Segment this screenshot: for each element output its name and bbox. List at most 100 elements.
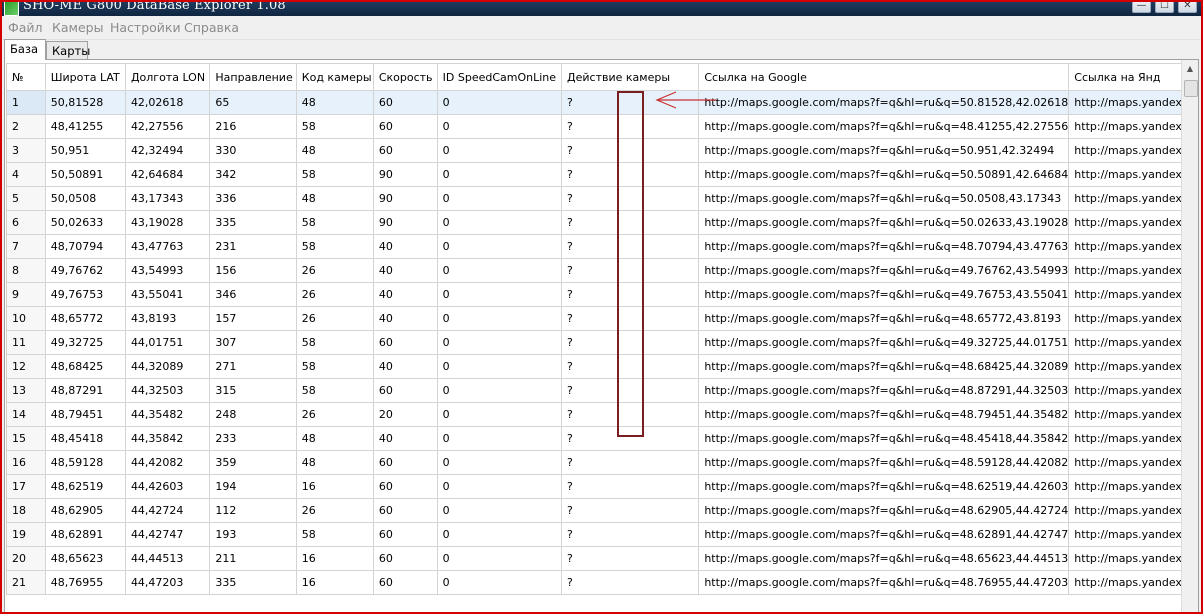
latitude-cell[interactable]: 50,951 — [44, 138, 126, 163]
column-header-latitude[interactable]: Широта LAT — [44, 63, 126, 91]
camera-action-cell[interactable]: ? — [561, 138, 700, 163]
yandex-link-cell[interactable]: http://maps.yandex.ru — [1068, 90, 1198, 115]
maximize-button[interactable]: ☐ — [1155, 2, 1174, 13]
camera-code-cell[interactable]: 16 — [295, 546, 374, 571]
camera-code-cell[interactable]: 26 — [295, 282, 374, 307]
speedcam-id-cell[interactable]: 0 — [436, 306, 563, 331]
longitude-cell[interactable]: 43,54993 — [124, 258, 211, 283]
yandex-link-cell[interactable]: http://maps.yandex.ru — [1068, 186, 1198, 211]
google-link-cell[interactable]: http://maps.google.com/maps?f=q&hl=ru&q=… — [698, 330, 1070, 355]
longitude-cell[interactable]: 44,42747 — [124, 522, 211, 547]
speedcam-id-cell[interactable]: 0 — [436, 474, 563, 499]
yandex-link-cell[interactable]: http://maps.yandex.ru — [1068, 498, 1198, 523]
table-row[interactable]: 9 49,76753 43,55041 346 26 40 0? http://maps.go… — [6, 282, 1198, 307]
yandex-link-cell[interactable]: http://maps.yandex.ru — [1068, 330, 1198, 355]
google-link-cell[interactable]: http://maps.google.com/maps?f=q&hl=ru&q=… — [698, 114, 1070, 139]
longitude-cell[interactable]: 44,42724 — [124, 498, 211, 523]
row-number[interactable]: 16 — [6, 450, 46, 475]
camera-action-cell[interactable]: ? — [561, 570, 700, 595]
camera-action-cell[interactable]: ? — [561, 186, 700, 211]
column-header-google-link[interactable]: Ссылка на Google — [698, 63, 1070, 91]
speed-cell[interactable]: 90 — [372, 186, 438, 211]
longitude-cell[interactable]: 43,8193 — [124, 306, 211, 331]
yandex-link-cell[interactable]: http://maps.yandex.ru — [1068, 522, 1198, 547]
row-number[interactable]: 8 — [6, 258, 46, 283]
latitude-cell[interactable]: 48,76955 — [44, 570, 126, 595]
longitude-cell[interactable]: 44,35482 — [124, 402, 211, 427]
latitude-cell[interactable]: 48,45418 — [44, 426, 126, 451]
latitude-cell[interactable]: 48,70794 — [44, 234, 126, 259]
google-link-cell[interactable]: http://maps.google.com/maps?f=q&hl=ru&q=… — [698, 258, 1070, 283]
camera-code-cell[interactable]: 26 — [295, 498, 374, 523]
speed-cell[interactable]: 60 — [372, 114, 438, 139]
speedcam-id-cell[interactable]: 0 — [436, 546, 563, 571]
longitude-cell[interactable]: 44,42082 — [124, 450, 211, 475]
row-number[interactable]: 13 — [6, 378, 46, 403]
direction-cell[interactable]: 359 — [209, 450, 297, 475]
row-number[interactable]: 11 — [6, 330, 46, 355]
camera-code-cell[interactable]: 48 — [295, 426, 374, 451]
latitude-cell[interactable]: 48,62891 — [44, 522, 126, 547]
speed-cell[interactable]: 40 — [372, 306, 438, 331]
camera-action-cell[interactable]: ? — [561, 162, 700, 187]
camera-code-cell[interactable]: 26 — [295, 258, 374, 283]
row-number[interactable]: 4 — [6, 162, 46, 187]
longitude-cell[interactable]: 42,64684 — [124, 162, 211, 187]
latitude-cell[interactable]: 48,79451 — [44, 402, 126, 427]
direction-cell[interactable]: 157 — [209, 306, 297, 331]
longitude-cell[interactable]: 44,35842 — [124, 426, 211, 451]
google-link-cell[interactable]: http://maps.google.com/maps?f=q&hl=ru&q=… — [698, 522, 1070, 547]
yandex-link-cell[interactable]: http://maps.yandex.ru — [1068, 162, 1198, 187]
menu-file[interactable]: Файл — [8, 20, 43, 35]
direction-cell[interactable]: 342 — [209, 162, 297, 187]
speedcam-id-cell[interactable]: 0 — [436, 90, 563, 115]
latitude-cell[interactable]: 49,76753 — [44, 282, 126, 307]
longitude-cell[interactable]: 42,02618 — [124, 90, 211, 115]
yandex-link-cell[interactable]: http://maps.yandex.ru — [1068, 306, 1198, 331]
camera-action-cell[interactable]: ? — [561, 378, 700, 403]
google-link-cell[interactable]: http://maps.google.com/maps?f=q&hl=ru&q=… — [698, 186, 1070, 211]
speedcam-id-cell[interactable]: 0 — [436, 162, 563, 187]
latitude-cell[interactable]: 50,50891 — [44, 162, 126, 187]
google-link-cell[interactable]: http://maps.google.com/maps?f=q&hl=ru&q=… — [698, 90, 1070, 115]
camera-action-cell[interactable]: ? — [561, 426, 700, 451]
column-header-longitude[interactable]: Долгота LON — [124, 63, 211, 91]
direction-cell[interactable]: 65 — [209, 90, 297, 115]
table-row[interactable]: 7 48,70794 43,47763 231 58 40 0? http://maps.go… — [6, 234, 1198, 259]
table-row[interactable]: 19 48,62891 44,42747 193 58 60 0? http://maps.g… — [6, 522, 1198, 547]
speed-cell[interactable]: 60 — [372, 330, 438, 355]
latitude-cell[interactable]: 50,0508 — [44, 186, 126, 211]
scroll-up-arrow-icon[interactable]: ▲ — [1182, 60, 1198, 77]
google-link-cell[interactable]: http://maps.google.com/maps?f=q&hl=ru&q=… — [698, 210, 1070, 235]
speed-cell[interactable]: 40 — [372, 234, 438, 259]
speedcam-id-cell[interactable]: 0 — [436, 354, 563, 379]
google-link-cell[interactable]: http://maps.google.com/maps?f=q&hl=ru&q=… — [698, 282, 1070, 307]
speed-cell[interactable]: 90 — [372, 210, 438, 235]
direction-cell[interactable]: 156 — [209, 258, 297, 283]
direction-cell[interactable]: 194 — [209, 474, 297, 499]
camera-action-cell[interactable]: ? — [561, 282, 700, 307]
speedcam-id-cell[interactable]: 0 — [436, 450, 563, 475]
table-row[interactable]: 5 50,0508 43,17343 336 48 90 0? http://maps.goo… — [6, 186, 1198, 211]
google-link-cell[interactable]: http://maps.google.com/maps?f=q&hl=ru&q=… — [698, 570, 1070, 595]
row-number[interactable]: 2 — [6, 114, 46, 139]
speedcam-id-cell[interactable]: 0 — [436, 186, 563, 211]
row-number[interactable]: 7 — [6, 234, 46, 259]
table-row[interactable]: 20 48,65623 44,44513 211 16 60 0? http://maps.g… — [6, 546, 1198, 571]
camera-action-cell[interactable]: ? — [561, 210, 700, 235]
speed-cell[interactable]: 40 — [372, 282, 438, 307]
google-link-cell[interactable]: http://maps.google.com/maps?f=q&hl=ru&q=… — [698, 378, 1070, 403]
row-number[interactable]: 15 — [6, 426, 46, 451]
speed-cell[interactable]: 40 — [372, 258, 438, 283]
longitude-cell[interactable]: 43,19028 — [124, 210, 211, 235]
column-header-camera-code[interactable]: Код камеры — [295, 63, 374, 91]
camera-code-cell[interactable]: 48 — [295, 138, 374, 163]
yandex-link-cell[interactable]: http://maps.yandex.ru — [1068, 426, 1198, 451]
camera-action-cell[interactable]: ? — [561, 330, 700, 355]
row-number[interactable]: 21 — [6, 570, 46, 595]
row-number[interactable]: 18 — [6, 498, 46, 523]
latitude-cell[interactable]: 48,65772 — [44, 306, 126, 331]
speedcam-id-cell[interactable]: 0 — [436, 234, 563, 259]
direction-cell[interactable]: 216 — [209, 114, 297, 139]
speed-cell[interactable]: 60 — [372, 522, 438, 547]
